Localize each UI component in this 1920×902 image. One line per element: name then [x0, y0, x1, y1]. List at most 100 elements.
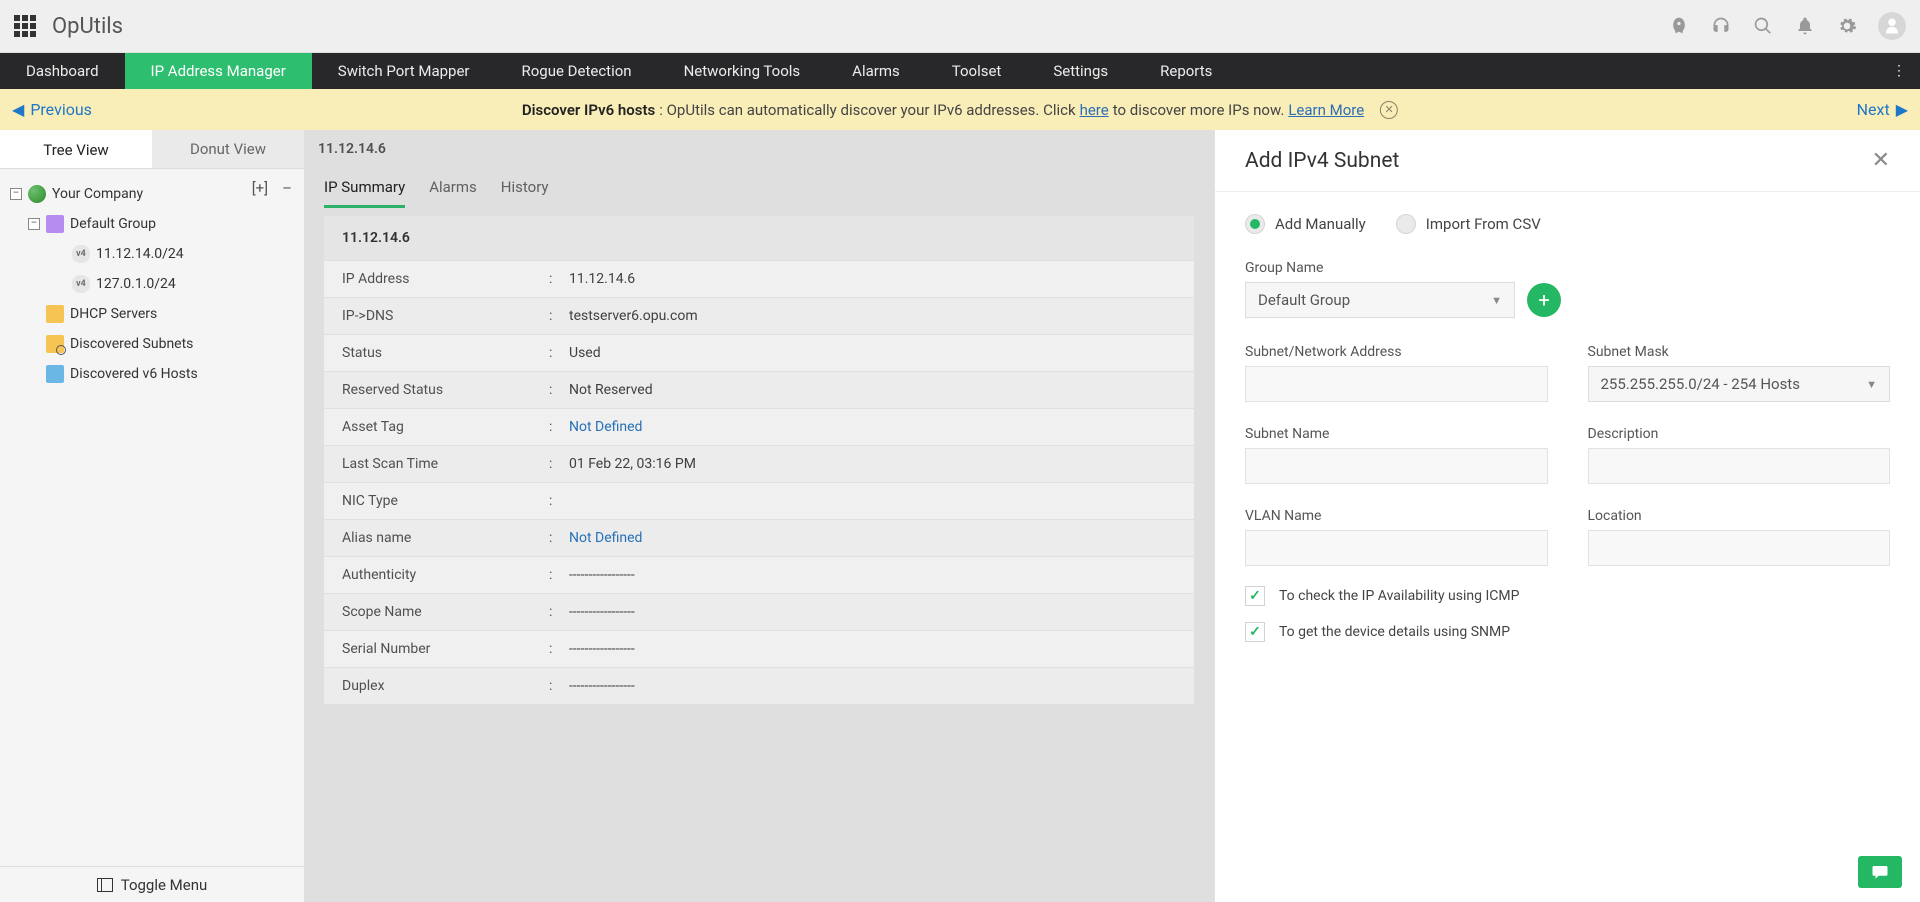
nav-item-networking-tools[interactable]: Networking Tools	[658, 53, 827, 89]
tree-row-subnet-1[interactable]: v4 11.12.14.0/24	[4, 239, 300, 269]
radio-add-manually[interactable]: Add Manually	[1245, 214, 1366, 234]
detail-value[interactable]: Not Defined	[569, 419, 1194, 435]
collapse-icon[interactable]: –	[10, 188, 22, 200]
main-area: Tree View Donut View [+] – – Your Compan…	[0, 130, 1920, 902]
detail-row: NIC Type:	[324, 482, 1194, 519]
separator: :	[549, 308, 569, 324]
banner-link-learn[interactable]: Learn More	[1288, 101, 1364, 119]
location-input[interactable]	[1588, 530, 1891, 566]
nav-item-dashboard[interactable]: Dashboard	[0, 53, 125, 89]
nav-item-settings[interactable]: Settings	[1027, 53, 1134, 89]
field-description: Description	[1588, 426, 1891, 484]
description-label: Description	[1588, 426, 1891, 442]
detail-label: Serial Number	[324, 641, 549, 657]
checkbox-icmp[interactable]	[1245, 586, 1265, 606]
nav-item-alarms[interactable]: Alarms	[826, 53, 926, 89]
nav-item-rogue-detection[interactable]: Rogue Detection	[496, 53, 658, 89]
detail-row: Asset Tag:Not Defined	[324, 408, 1194, 445]
banner-bold: Discover IPv6 hosts	[522, 101, 655, 119]
separator: :	[549, 493, 569, 509]
detail-label: Authenticity	[324, 567, 549, 583]
tab-history[interactable]: History	[501, 168, 549, 208]
nav-item-ip-address-manager[interactable]: IP Address Manager	[125, 53, 312, 89]
subnet-mask-label: Subnet Mask	[1588, 344, 1891, 360]
separator: :	[549, 641, 569, 657]
left-pane: Tree View Donut View [+] – – Your Compan…	[0, 130, 304, 902]
vlan-name-input[interactable]	[1245, 530, 1548, 566]
radio-import-csv[interactable]: Import From CSV	[1396, 214, 1541, 234]
previous-button[interactable]: ◀ Previous	[0, 100, 92, 119]
detail-value: testserver6.opu.com	[569, 308, 1194, 324]
checkbox-icmp-row: To check the IP Availability using ICMP	[1245, 586, 1890, 606]
detail-value[interactable]: Not Defined	[569, 530, 1194, 546]
detail-value: Used	[569, 345, 1194, 361]
ip-detail-card: 11.12.14.6 IP Address:11.12.14.6IP->DNS:…	[324, 216, 1194, 704]
close-icon[interactable]: ✕	[1872, 148, 1890, 173]
tree-row-default-group[interactable]: – Default Group	[4, 209, 300, 239]
tree: [+] – – Your Company – Default Group v4 …	[0, 168, 304, 866]
group-name-select[interactable]: Default Group ▼	[1245, 282, 1515, 318]
collapse-icon[interactable]: –	[28, 218, 40, 230]
chevron-left-icon: ◀	[12, 100, 24, 119]
next-button[interactable]: Next ▶	[1857, 100, 1920, 119]
detail-row: Reserved Status:Not Reserved	[324, 371, 1194, 408]
checkbox-snmp-row: To get the device details using SNMP	[1245, 622, 1890, 642]
add-group-button[interactable]: +	[1527, 283, 1561, 317]
user-avatar-icon[interactable]	[1878, 12, 1906, 40]
subnet-name-input[interactable]	[1245, 448, 1548, 484]
detail-value: -----------------	[569, 678, 1194, 694]
tree-row-dhcp[interactable]: DHCP Servers	[4, 299, 300, 329]
view-tabs: Tree View Donut View	[0, 130, 304, 168]
nav-item-switch-port-mapper[interactable]: Switch Port Mapper	[312, 53, 496, 89]
subnet-address-label: Subnet/Network Address	[1245, 344, 1548, 360]
separator: :	[549, 345, 569, 361]
subnet-mask-select[interactable]: 255.255.255.0/24 - 254 Hosts ▼	[1588, 366, 1891, 402]
toggle-menu-label: Toggle Menu	[121, 876, 208, 894]
radio-csv-label: Import From CSV	[1426, 215, 1541, 233]
field-location: Location	[1588, 508, 1891, 566]
apps-grid-icon[interactable]	[14, 15, 36, 37]
banner-seg1: : OpUtils can automatically discover you…	[659, 101, 1075, 119]
tree-add-button[interactable]: [+]	[248, 179, 272, 197]
banner-link-here[interactable]: here	[1080, 101, 1109, 119]
tab-tree-view[interactable]: Tree View	[0, 130, 152, 168]
tree-row-discovered-v6[interactable]: Discovered v6 Hosts	[4, 359, 300, 389]
tree-row-discovered-subnets[interactable]: Discovered Subnets	[4, 329, 300, 359]
detail-label: IP->DNS	[324, 308, 549, 324]
detail-value: 01 Feb 22, 03:16 PM	[569, 456, 1194, 472]
headset-icon[interactable]	[1710, 15, 1732, 37]
tab-donut-view[interactable]: Donut View	[152, 130, 304, 168]
checkbox-snmp[interactable]	[1245, 622, 1265, 642]
chat-float-button[interactable]	[1858, 856, 1902, 888]
detail-row: IP Address:11.12.14.6	[324, 260, 1194, 297]
detail-row: Authenticity:-----------------	[324, 556, 1194, 593]
gear-icon[interactable]	[1836, 15, 1858, 37]
nav-item-reports[interactable]: Reports	[1134, 53, 1238, 89]
detail-label: Asset Tag	[324, 419, 549, 435]
banner-close-icon[interactable]: ✕	[1380, 101, 1398, 119]
tree-row-subnet-2[interactable]: v4 127.0.1.0/24	[4, 269, 300, 299]
nav-more-icon[interactable]: ⋮	[1878, 53, 1920, 89]
tree-collapse-button[interactable]: –	[278, 179, 296, 197]
separator: :	[549, 604, 569, 620]
group-name-label: Group Name	[1245, 260, 1890, 276]
tab-alarms[interactable]: Alarms	[429, 168, 477, 208]
separator: :	[549, 567, 569, 583]
bell-icon[interactable]	[1794, 15, 1816, 37]
tree-actions: [+] –	[248, 179, 296, 197]
search-icon[interactable]	[1752, 15, 1774, 37]
checkbox-snmp-label: To get the device details using SNMP	[1279, 624, 1510, 640]
subnet-address-input[interactable]	[1245, 366, 1548, 402]
rocket-icon[interactable]	[1668, 15, 1690, 37]
description-input[interactable]	[1588, 448, 1891, 484]
subnet-name-label: Subnet Name	[1245, 426, 1548, 442]
separator: :	[549, 419, 569, 435]
tree-label-discsub: Discovered Subnets	[70, 336, 193, 352]
field-vlan-name: VLAN Name	[1245, 508, 1548, 566]
discover-banner: ◀ Previous Discover IPv6 hosts : OpUtils…	[0, 89, 1920, 130]
detail-row: Duplex:-----------------	[324, 667, 1194, 704]
nav-item-toolset[interactable]: Toolset	[926, 53, 1028, 89]
toggle-menu-button[interactable]: Toggle Menu	[0, 866, 304, 902]
detail-label: Reserved Status	[324, 382, 549, 398]
tab-ip-summary[interactable]: IP Summary	[324, 168, 405, 208]
